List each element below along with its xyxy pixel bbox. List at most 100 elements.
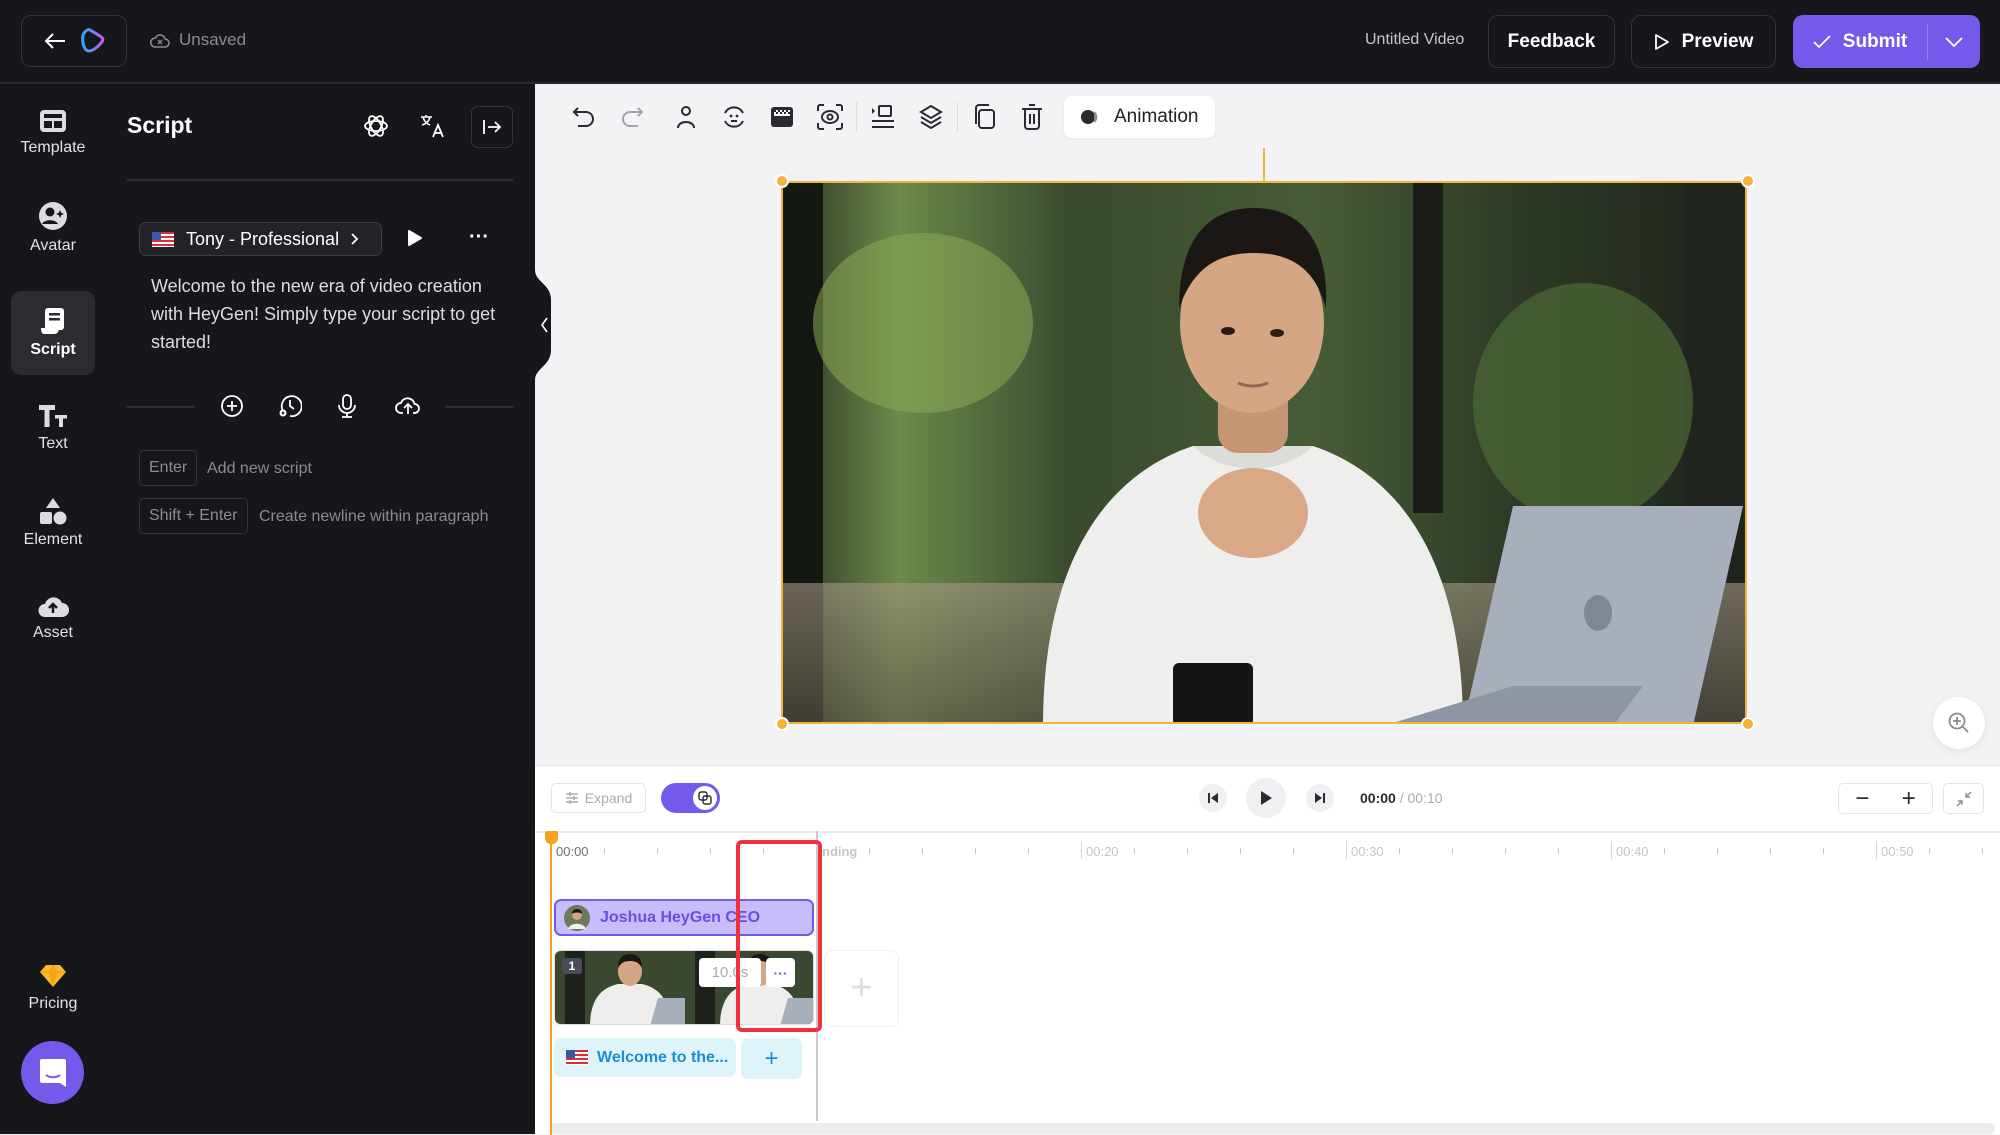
- zoom-out-button[interactable]: −: [1855, 785, 1869, 813]
- play-voice-button[interactable]: [407, 229, 423, 252]
- template-icon: [40, 110, 66, 132]
- skip-back-button[interactable]: [1199, 784, 1227, 812]
- sidebar-item-element[interactable]: Element: [11, 481, 95, 565]
- add-pause-button[interactable]: [278, 394, 303, 423]
- skip-forward-icon: [1315, 793, 1325, 803]
- record-audio-button[interactable]: [337, 394, 357, 423]
- ai-write-button[interactable]: [363, 113, 389, 144]
- sidebar-label: Asset: [32, 624, 73, 641]
- scene-number-badge: 1: [562, 958, 582, 974]
- time-readout: 00:00 / 00:10: [1360, 790, 1443, 806]
- avatar-video-frame[interactable]: [783, 183, 1747, 724]
- canvas-zoom-button[interactable]: [1933, 697, 1985, 749]
- ruler-minor-tick: [869, 848, 870, 854]
- trash-icon: [1022, 104, 1042, 130]
- clock-plus-icon: [279, 395, 303, 418]
- voice-name: Tony - Professional: [186, 228, 340, 249]
- animation-button[interactable]: Animation: [1064, 96, 1215, 138]
- resize-handle-bottom-right[interactable]: [1741, 717, 1755, 731]
- ruler-minor-tick: [1770, 848, 1771, 854]
- expand-button[interactable]: Expand: [551, 783, 646, 813]
- submit-button-group: Submit: [1793, 15, 1980, 68]
- play-icon: [408, 230, 422, 246]
- play-button[interactable]: [1246, 778, 1286, 818]
- script-text-editor[interactable]: Welcome to the new era of video creation…: [151, 272, 511, 356]
- chat-support-button[interactable]: [21, 1041, 84, 1104]
- ruler-minor-tick: [657, 848, 658, 854]
- upload-audio-button[interactable]: [395, 394, 421, 421]
- sidebar-item-template[interactable]: Template: [11, 91, 95, 175]
- add-script-clip-button[interactable]: +: [741, 1038, 802, 1079]
- ruler-minor-tick: [1982, 848, 1983, 854]
- shortcut-description: Add new script: [207, 460, 312, 477]
- script-track-clip[interactable]: Welcome to the...: [554, 1038, 736, 1077]
- sidebar-item-pricing[interactable]: Pricing: [11, 946, 95, 1030]
- arrow-right-bar-icon: [483, 120, 502, 134]
- collapse-arrows-icon: [1956, 791, 1971, 806]
- voice-selector[interactable]: Tony - Professional: [139, 222, 382, 256]
- duplicate-button[interactable]: [960, 97, 1008, 137]
- resize-handle-bottom-left[interactable]: [775, 717, 789, 731]
- resize-handle-top-right[interactable]: [1741, 174, 1755, 188]
- microphone-icon: [338, 394, 356, 418]
- element-icon: [40, 498, 67, 525]
- zoom-in-button[interactable]: +: [1902, 785, 1916, 813]
- submit-button[interactable]: Submit: [1793, 23, 1928, 60]
- align-button[interactable]: [859, 97, 907, 137]
- video-title[interactable]: Untitled Video: [1365, 31, 1464, 49]
- scene-link-toggle[interactable]: [661, 783, 720, 813]
- back-arrow-icon: [44, 33, 65, 49]
- video-canvas[interactable]: [781, 181, 1747, 724]
- ruler-minor-tick: [1505, 848, 1506, 854]
- playhead[interactable]: [550, 831, 552, 1135]
- translate-icon: [421, 115, 444, 138]
- us-flag-icon: [152, 231, 174, 247]
- current-time: 00:00: [1360, 790, 1396, 806]
- collapse-panel-button[interactable]: [471, 106, 513, 148]
- ruler-minor-tick: [1293, 848, 1294, 854]
- animation-icon: [1081, 110, 1098, 124]
- redo-button[interactable]: [608, 97, 656, 137]
- background-button[interactable]: [758, 97, 806, 137]
- submit-dropdown-button[interactable]: [1928, 36, 1980, 47]
- skip-forward-button[interactable]: [1306, 784, 1334, 812]
- more-options-button[interactable]: ···: [469, 226, 489, 249]
- sidebar-item-asset[interactable]: Asset: [11, 576, 95, 660]
- sidebar-item-script[interactable]: Script: [11, 291, 95, 375]
- expand-icon: [565, 792, 578, 804]
- fit-timeline-button[interactable]: [1943, 783, 1984, 814]
- sidebar-item-text[interactable]: Text: [11, 386, 95, 470]
- collapse-panel-tab[interactable]: [535, 270, 557, 380]
- add-script-button[interactable]: [220, 394, 244, 423]
- script-panel: Script Tony - Professional ··· Welcome t…: [105, 84, 535, 1134]
- play-icon: [1261, 791, 1272, 805]
- ruler-minor-tick: [1452, 848, 1453, 854]
- ruler-minor-tick: [922, 848, 923, 854]
- cloud-unsaved-icon: [149, 34, 170, 48]
- translate-button[interactable]: [419, 113, 445, 144]
- chevron-down-icon: [1945, 36, 1963, 47]
- add-scene-button[interactable]: +: [824, 950, 899, 1027]
- ruler-label: 00:00: [556, 844, 589, 859]
- face-swap-button[interactable]: [710, 97, 758, 137]
- feedback-button[interactable]: Feedback: [1488, 15, 1615, 68]
- delete-button[interactable]: [1008, 97, 1056, 137]
- feedback-label: Feedback: [1507, 30, 1596, 52]
- undo-button[interactable]: [560, 97, 608, 137]
- matting-button[interactable]: [806, 97, 854, 137]
- layers-button[interactable]: [907, 97, 955, 137]
- sidebar-item-avatar[interactable]: Avatar: [11, 186, 95, 270]
- avatar-settings-button[interactable]: [662, 97, 710, 137]
- preview-button[interactable]: Preview: [1631, 15, 1776, 68]
- eye-focus-icon: [817, 104, 843, 130]
- check-icon: [1813, 34, 1831, 48]
- back-home-button[interactable]: [21, 15, 127, 67]
- timeline-scrollbar[interactable]: [550, 1123, 1995, 1134]
- timeline-zoom-controls: − +: [1838, 783, 1933, 814]
- rotate-handle-line[interactable]: [1263, 148, 1265, 181]
- ruler-minor-tick: [1028, 848, 1029, 854]
- resize-handle-top-left[interactable]: [775, 174, 789, 188]
- chevron-right-icon: [351, 233, 359, 245]
- playhead-handle[interactable]: [545, 831, 558, 844]
- script-icon: [41, 308, 64, 334]
